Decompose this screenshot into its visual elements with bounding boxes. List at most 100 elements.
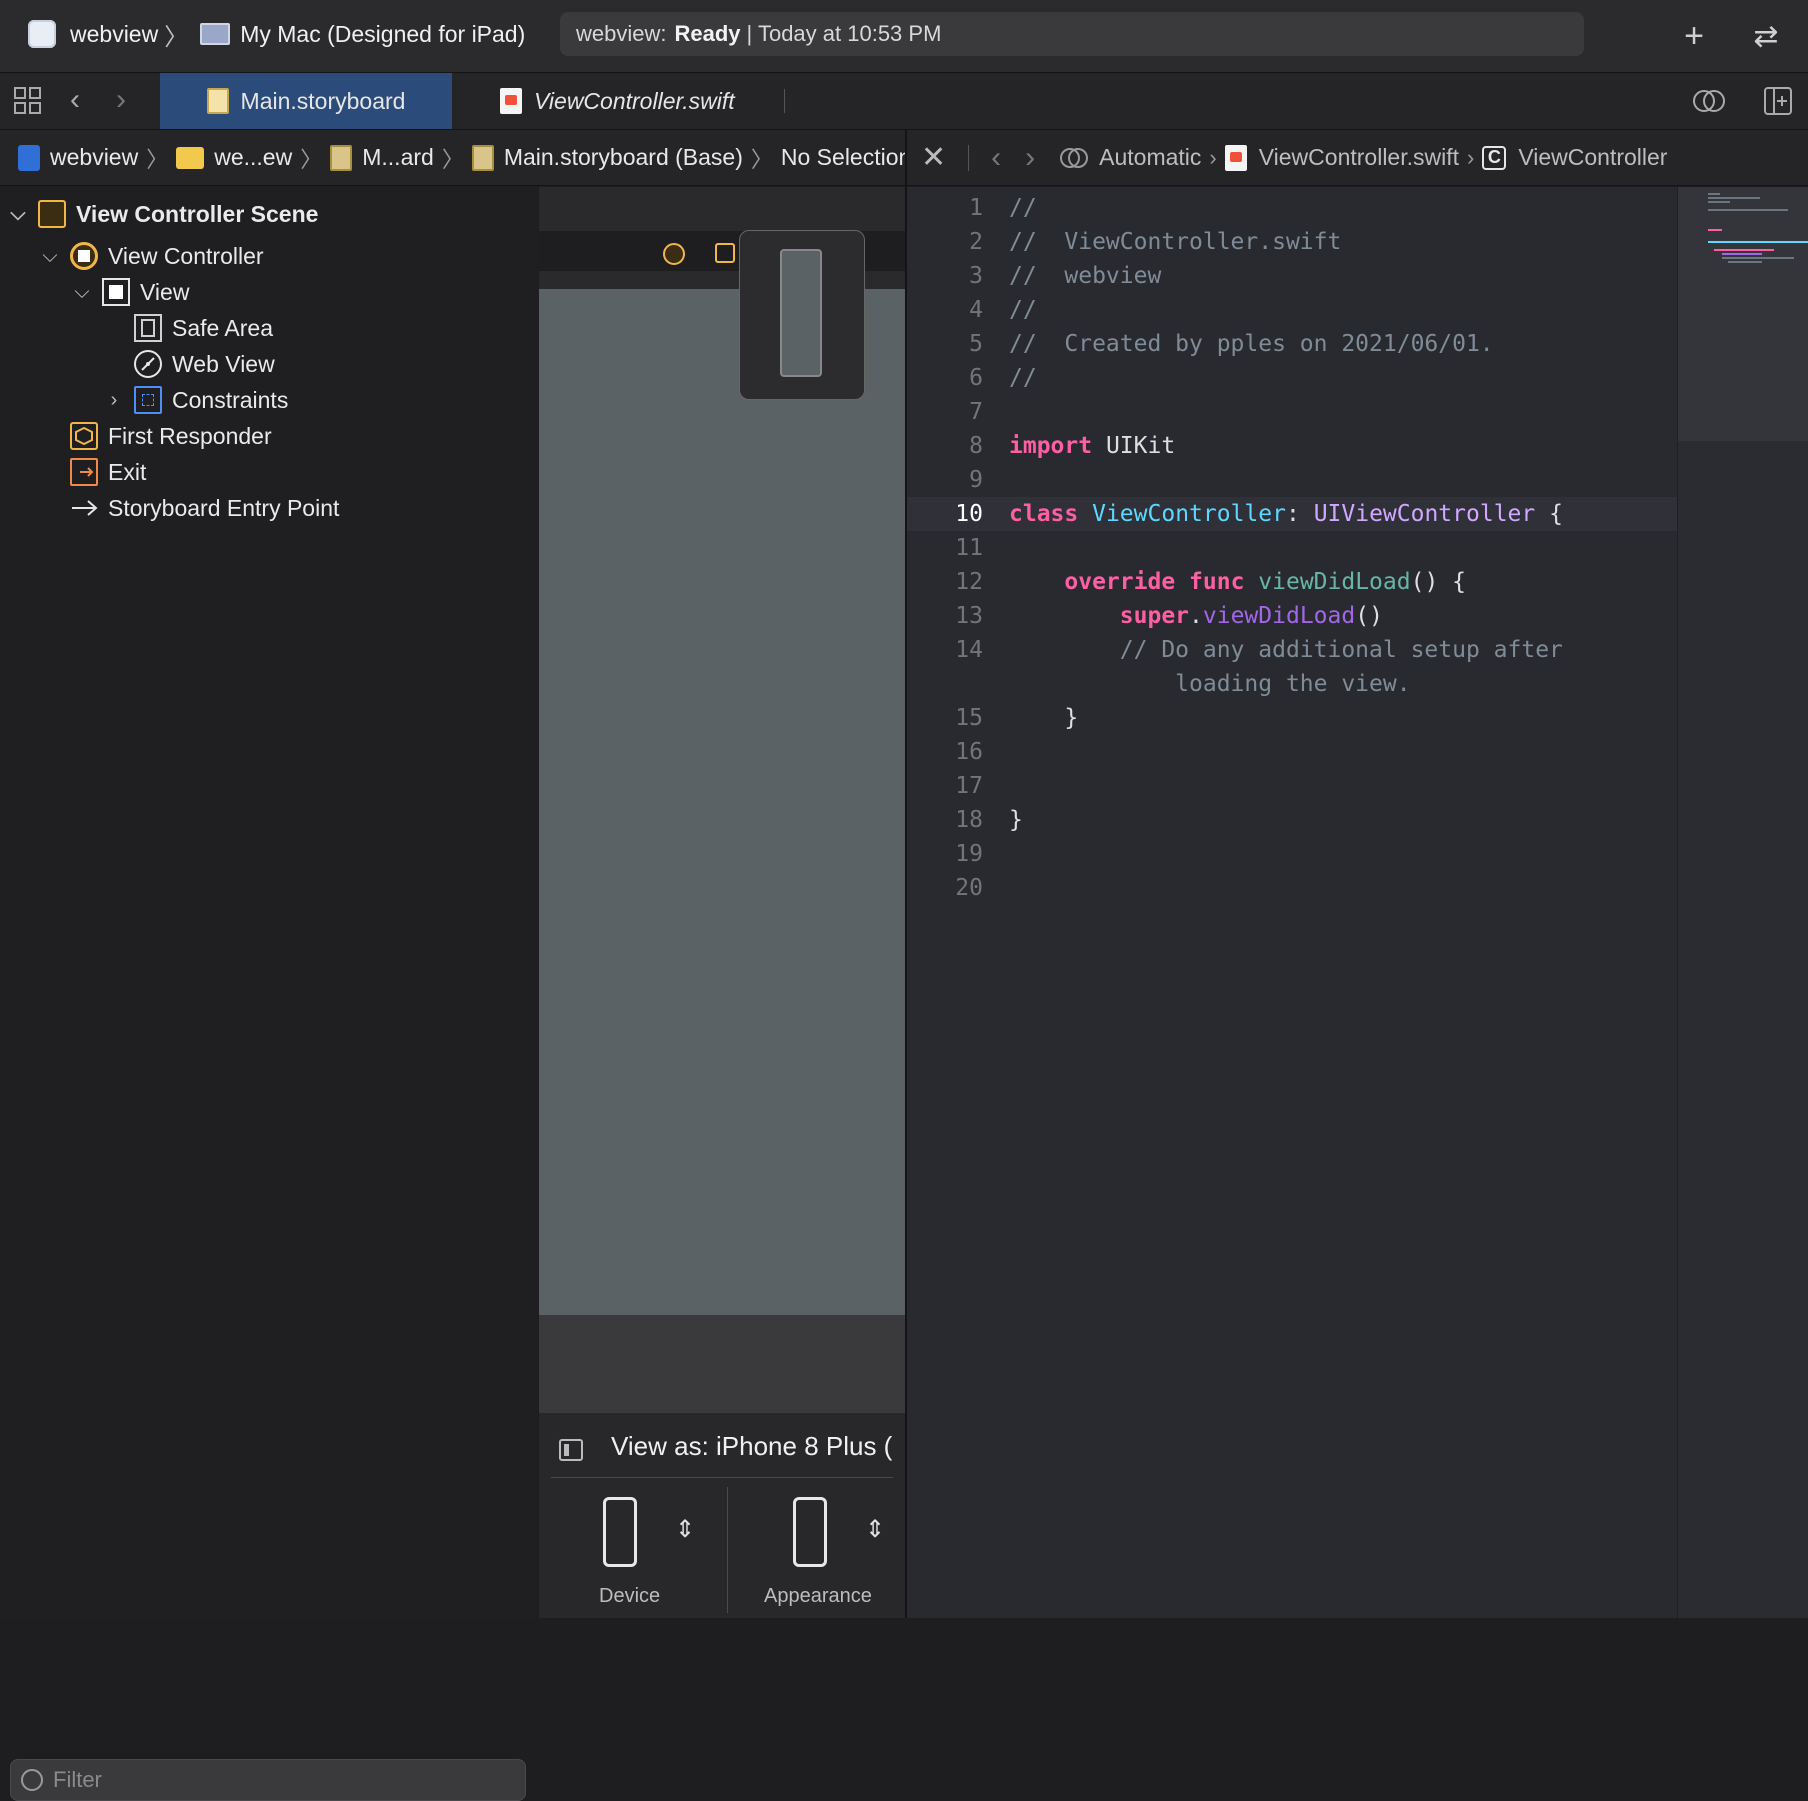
outline-item-first-responder[interactable]: First Responder — [40, 419, 272, 453]
line-number: 9 — [969, 467, 983, 493]
arrow-swap-icon[interactable]: ⇄ — [1744, 14, 1788, 58]
code-line[interactable]: // — [1009, 191, 1037, 225]
constraints-icon — [134, 386, 162, 414]
jump-storyboard-base[interactable]: Main.storyboard (Base) — [471, 144, 743, 171]
jump-folder[interactable]: we...ew — [176, 144, 292, 171]
code-editor[interactable]: 1 2 3 4 5 6 7 8 9 10 11 12 13 14 15 16 1… — [907, 187, 1808, 1618]
appearance-iphone-icon[interactable] — [793, 1497, 827, 1567]
scheme-selector[interactable]: webview 〉 My Mac (Designed for iPad) — [28, 16, 525, 52]
tab-label: ViewController.swift — [534, 87, 735, 114]
add-editor-icon[interactable] — [1764, 87, 1792, 115]
back-icon[interactable]: ‹ — [991, 141, 1001, 175]
filter-icon — [21, 1769, 43, 1791]
chevron-down-icon[interactable]: ⌵ — [40, 245, 60, 268]
minimap-visible-region[interactable] — [1678, 187, 1808, 441]
code-line[interactable]: // Do any additional setup after — [1009, 633, 1563, 667]
jump-automatic[interactable]: Automatic — [1099, 144, 1201, 171]
exit-icon — [70, 458, 98, 486]
outline-label: First Responder — [108, 422, 272, 449]
run-destination[interactable]: My Mac (Designed for iPad) — [240, 21, 525, 48]
minimap-line — [1708, 197, 1760, 199]
code-line[interactable]: super.viewDidLoad() — [1009, 599, 1383, 633]
jump-label: No Selection — [780, 144, 905, 170]
outline-item-entry-point[interactable]: Storyboard Entry Point — [40, 491, 339, 525]
related-items-icon — [1060, 147, 1089, 168]
code-line-wrapped[interactable]: loading the view. — [1009, 667, 1410, 701]
code-line[interactable]: import UIKit — [1009, 429, 1175, 463]
activity-view: webview: Ready | Today at 10:53 PM — [560, 12, 1584, 56]
outline-item-safe-area[interactable]: Safe Area — [104, 311, 273, 345]
outline-item-exit[interactable]: Exit — [40, 455, 146, 489]
outline-label: Safe Area — [172, 314, 274, 341]
code-line[interactable]: // — [1009, 361, 1037, 395]
line-number: 3 — [969, 263, 983, 289]
jump-label: webview — [50, 144, 139, 170]
outline-item-view-controller[interactable]: ⌵ View Controller — [40, 239, 264, 273]
minimap-line — [1708, 193, 1720, 195]
line-number: 7 — [969, 399, 983, 425]
canvas-minimap[interactable] — [739, 230, 865, 400]
code-line[interactable]: override func viewDidLoad() { — [1009, 565, 1466, 599]
outline-item-constraints[interactable]: › Constraints — [104, 383, 288, 417]
forward-icon[interactable]: › — [1025, 141, 1035, 175]
tab-label: Main.storyboard — [240, 87, 406, 114]
device-iphone-icon[interactable] — [603, 1497, 637, 1567]
line-number: 13 — [955, 603, 983, 629]
device-stepper-icon[interactable]: ⇕ — [675, 1515, 695, 1544]
back-icon[interactable]: ‹ — [70, 83, 80, 117]
jump-label: we...ew — [214, 144, 293, 170]
chevron-down-icon[interactable]: ⌵ — [72, 281, 92, 304]
code-line[interactable]: // ViewController.swift — [1009, 225, 1341, 259]
chevron-right-icon[interactable]: › — [104, 389, 124, 412]
code-line[interactable]: // Created by pples on 2021/06/01. — [1009, 327, 1494, 361]
activity-status: Ready — [674, 21, 741, 46]
outline-item-scene[interactable]: ⌵ View Controller Scene — [8, 197, 318, 231]
code-line[interactable]: } — [1009, 803, 1023, 837]
outline-item-view[interactable]: ⌵ View — [72, 275, 189, 309]
plus-icon[interactable]: + — [1672, 14, 1716, 58]
outline-item-web-view[interactable]: Web View — [104, 347, 275, 381]
minimap-line — [1708, 201, 1730, 203]
code-line[interactable]: } — [1009, 701, 1078, 735]
line-number: 12 — [955, 569, 983, 595]
scheme-name[interactable]: webview — [70, 21, 158, 48]
minimap-line — [1714, 249, 1774, 251]
app-icon — [28, 20, 56, 48]
code-line[interactable]: // — [1009, 293, 1037, 327]
storyboard-canvas[interactable]: View as: iPhone 8 Plus ( ⇕ Device ⇕ Appe… — [539, 187, 905, 1618]
code-line-current[interactable]: class ViewController: UIViewController { — [1009, 497, 1563, 531]
chevron-right-icon: 〉 — [146, 146, 169, 172]
first-responder-icon[interactable] — [715, 243, 735, 263]
view-icon — [102, 278, 130, 306]
jump-project[interactable]: webview — [18, 144, 138, 171]
related-items-icon[interactable] — [1692, 87, 1726, 115]
close-icon[interactable]: ✕ — [921, 140, 946, 175]
storyboard-file-icon — [206, 88, 229, 114]
code-line[interactable]: // webview — [1009, 259, 1161, 293]
outline-label: Web View — [172, 350, 275, 377]
line-number: 5 — [969, 331, 983, 357]
tab-viewcontroller-swift[interactable]: ViewController.swift — [500, 73, 784, 129]
jump-storyboard[interactable]: M...ard — [330, 144, 434, 171]
code-minimap[interactable] — [1677, 187, 1808, 1618]
outline-filter[interactable]: Filter — [10, 1759, 526, 1801]
line-number: 17 — [955, 773, 983, 799]
view-controller-view[interactable] — [539, 289, 905, 1315]
grid-icon[interactable] — [14, 87, 42, 115]
jump-class[interactable]: C ViewController — [1482, 144, 1667, 171]
view-controller-icon[interactable] — [663, 243, 685, 265]
outline-label: Exit — [108, 458, 147, 485]
appearance-label: Appearance — [764, 1585, 872, 1607]
storyboard-icon — [330, 144, 353, 171]
outline-label: View Controller — [108, 242, 264, 269]
outline-label: Constraints — [172, 386, 289, 413]
project-icon — [18, 144, 40, 171]
tab-divider — [784, 89, 785, 113]
tab-main-storyboard[interactable]: Main.storyboard — [160, 73, 452, 129]
appearance-stepper-icon[interactable]: ⇕ — [865, 1515, 885, 1544]
sidebar-toggle-icon[interactable] — [559, 1439, 583, 1461]
jump-selection[interactable]: No Selection — [781, 144, 905, 171]
forward-icon[interactable]: › — [116, 83, 126, 117]
jump-swift-file[interactable]: ViewController.swift — [1224, 144, 1459, 171]
chevron-down-icon[interactable]: ⌵ — [8, 203, 28, 226]
